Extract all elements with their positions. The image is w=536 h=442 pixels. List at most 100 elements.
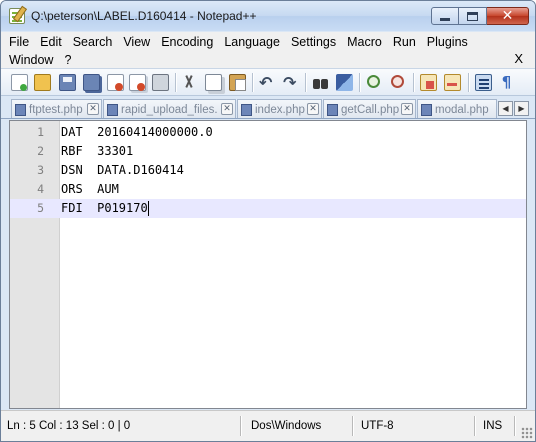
- perl-file-icon: [107, 103, 118, 116]
- menu-window[interactable]: Window: [9, 53, 53, 67]
- menu-search[interactable]: Search: [73, 35, 113, 49]
- replace-icon[interactable]: [336, 74, 353, 91]
- show-all-characters-icon[interactable]: ¶: [498, 74, 515, 91]
- tab-scroll-left-icon[interactable]: ◀: [498, 101, 513, 116]
- close-window-button[interactable]: ✕: [487, 7, 529, 25]
- line-text[interactable]: FDI P019170: [61, 199, 148, 218]
- close-document-button[interactable]: X: [514, 51, 523, 66]
- open-file-icon[interactable]: [34, 74, 51, 91]
- redo-icon[interactable]: ↷: [282, 73, 299, 92]
- editor-line[interactable]: 2 RBF 33301: [10, 142, 526, 161]
- copy-icon[interactable]: [205, 74, 222, 91]
- tab-index-php[interactable]: index.php ✕: [237, 99, 322, 118]
- maximize-button[interactable]: [459, 7, 487, 25]
- toolbar-separator: [252, 73, 253, 92]
- tab-close-icon[interactable]: ✕: [87, 103, 99, 115]
- editor-area[interactable]: 1 DAT 20160414000000.0 2 RBF 33301 3 DSN…: [9, 120, 527, 409]
- tab-getcall-php[interactable]: getCall.php ✕: [323, 99, 416, 118]
- title-bar[interactable]: Q:\peterson\LABEL.D160414 - Notepad++ ✕: [1, 1, 535, 31]
- tab-label: modal.php: [435, 103, 489, 116]
- menu-help[interactable]: ?: [64, 53, 71, 67]
- toolbar-separator: [468, 73, 469, 92]
- status-eol-format[interactable]: Dos\Windows: [249, 416, 353, 436]
- menu-view[interactable]: View: [123, 35, 150, 49]
- line-number: 1: [37, 125, 44, 139]
- line-text[interactable]: ORS AUM: [61, 180, 119, 199]
- menu-file[interactable]: File: [9, 35, 29, 49]
- notepadpp-window: Q:\peterson\LABEL.D160414 - Notepad++ ✕ …: [0, 0, 536, 442]
- toolbar: ↶ ↷ ¶: [1, 68, 535, 96]
- sync-vertical-scroll-icon[interactable]: [420, 74, 437, 91]
- minimize-icon: [440, 17, 450, 21]
- line-number: 5: [37, 201, 44, 215]
- php-file-icon: [15, 103, 26, 116]
- menu-encoding[interactable]: Encoding: [161, 35, 213, 49]
- menu-settings[interactable]: Settings: [291, 35, 336, 49]
- tab-close-icon[interactable]: ✕: [401, 103, 413, 115]
- menu-row-2: Window ?: [9, 51, 82, 69]
- close-file-icon[interactable]: [107, 74, 124, 91]
- notepadpp-app-icon[interactable]: [9, 8, 25, 24]
- toolbar-separator: [175, 73, 176, 92]
- print-icon[interactable]: [152, 74, 169, 91]
- text-caret: [148, 201, 149, 216]
- sync-horizontal-scroll-icon[interactable]: [444, 74, 461, 91]
- find-icon[interactable]: [312, 74, 329, 91]
- menu-bar: File Edit Search View Encoding Language …: [1, 32, 535, 68]
- line-text[interactable]: DAT 20160414000000.0: [61, 123, 213, 142]
- menu-language[interactable]: Language: [224, 35, 280, 49]
- menu-plugins[interactable]: Plugins: [427, 35, 468, 49]
- tab-label: ftptest.php: [29, 103, 83, 116]
- zoom-out-icon[interactable]: [391, 75, 404, 88]
- status-encoding[interactable]: UTF-8: [359, 416, 475, 436]
- tab-close-icon[interactable]: ✕: [221, 103, 233, 115]
- line-number: 3: [37, 163, 44, 177]
- editor-line[interactable]: 4 ORS AUM: [10, 180, 526, 199]
- status-bar: Ln : 5 Col : 13 Sel : 0 | 0 Dos\Windows …: [1, 410, 535, 441]
- toolbar-separator: [359, 73, 360, 92]
- editor-line-current[interactable]: 5 FDI P019170: [10, 199, 526, 218]
- window-title: Q:\peterson\LABEL.D160414 - Notepad++: [31, 9, 257, 23]
- word-wrap-icon[interactable]: [475, 74, 492, 91]
- status-insert-mode[interactable]: INS: [481, 416, 515, 436]
- php-file-icon: [241, 103, 252, 116]
- editor-line[interactable]: 1 DAT 20160414000000.0: [10, 123, 526, 142]
- toolbar-separator: [413, 73, 414, 92]
- php-file-icon: [421, 103, 432, 116]
- tab-close-icon[interactable]: ✕: [307, 103, 319, 115]
- tab-label: getCall.php: [341, 103, 400, 116]
- toolbar-separator: [305, 73, 306, 92]
- maximize-icon: [467, 11, 478, 21]
- tab-modal-php[interactable]: modal.php: [417, 99, 497, 118]
- tab-rapid-upload-files-pl[interactable]: rapid_upload_files.pl ✕: [103, 99, 236, 118]
- menu-row-1: File Edit Search View Encoding Language …: [9, 33, 479, 51]
- paste-icon[interactable]: [229, 74, 246, 91]
- line-number: 2: [37, 144, 44, 158]
- editor-line[interactable]: 3 DSN DATA.D160414: [10, 161, 526, 180]
- cut-icon[interactable]: [181, 74, 198, 91]
- menu-macro[interactable]: Macro: [347, 35, 382, 49]
- zoom-in-icon[interactable]: [367, 75, 380, 88]
- menu-edit[interactable]: Edit: [40, 35, 62, 49]
- tab-label: index.php: [255, 103, 305, 116]
- tab-ftptest-php[interactable]: ftptest.php ✕: [11, 99, 102, 118]
- save-icon[interactable]: [59, 74, 76, 91]
- save-all-icon[interactable]: [83, 74, 100, 91]
- line-number: 4: [37, 182, 44, 196]
- line-text[interactable]: DSN DATA.D160414: [61, 161, 184, 180]
- document-tab-bar: ftptest.php ✕ rapid_upload_files.pl ✕ in…: [1, 97, 535, 119]
- php-file-icon: [327, 103, 338, 116]
- status-position: Ln : 5 Col : 13 Sel : 0 | 0: [5, 416, 241, 436]
- menu-run[interactable]: Run: [393, 35, 416, 49]
- close-all-icon[interactable]: [129, 74, 146, 91]
- tab-label: rapid_upload_files.pl: [121, 103, 217, 116]
- undo-glyph: ↶: [259, 73, 273, 92]
- close-icon: ✕: [501, 8, 514, 24]
- minimize-button[interactable]: [431, 7, 459, 25]
- line-text[interactable]: RBF 33301: [61, 142, 133, 161]
- tab-scroll-right-icon[interactable]: ▶: [514, 101, 529, 116]
- redo-glyph: ↷: [283, 73, 297, 92]
- undo-icon[interactable]: ↶: [258, 73, 275, 92]
- new-file-icon[interactable]: [11, 74, 28, 91]
- resize-grip-icon[interactable]: [521, 427, 533, 439]
